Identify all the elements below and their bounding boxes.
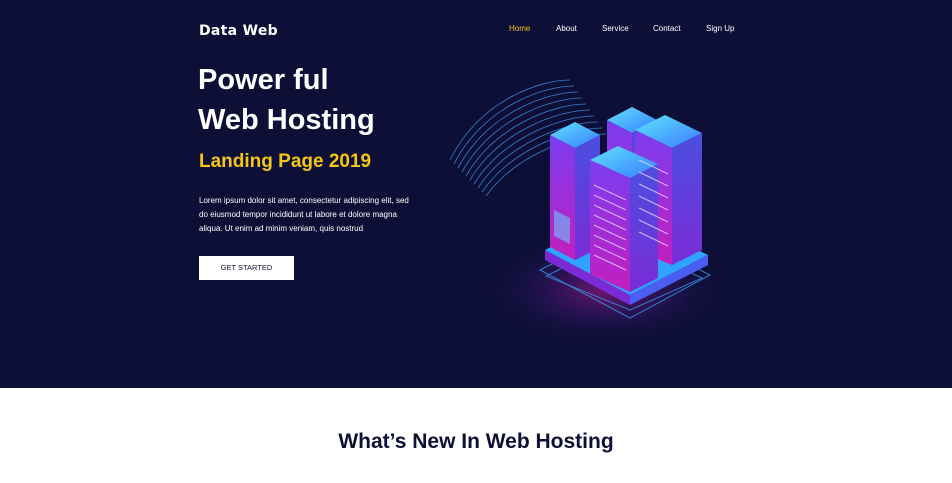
nav-item-sign-up[interactable]: Sign Up (706, 24, 734, 33)
nav-item-home[interactable]: Home (509, 24, 530, 33)
hero-body-line-1: Lorem ipsum dolor sit amet, consectetur … (199, 196, 409, 205)
server-stack-icon (449, 79, 725, 340)
section-title: What’s New In Web Hosting (338, 430, 614, 453)
nav-item-contact[interactable]: Contact (653, 24, 681, 33)
hero-section: Data Web Home About Service Contact Sign… (0, 0, 952, 388)
hero-headline-line-1: Power ful (198, 64, 329, 96)
hero-headline-line-2: Web Hosting (198, 104, 375, 136)
get-started-button[interactable]: GET STARTED (199, 256, 294, 280)
hero-subheadline: Landing Page 2019 (199, 151, 372, 172)
hero-body-line-3: aliqua. Ut enim ad minim veniam, quis no… (199, 224, 364, 233)
hero-body-line-2: do eiusmod tempor incididunt ut labore e… (199, 210, 397, 219)
nav-item-service[interactable]: Service (602, 24, 629, 33)
nav-item-about[interactable]: About (556, 24, 577, 33)
main-nav: Home About Service Contact Sign Up (0, 24, 952, 36)
